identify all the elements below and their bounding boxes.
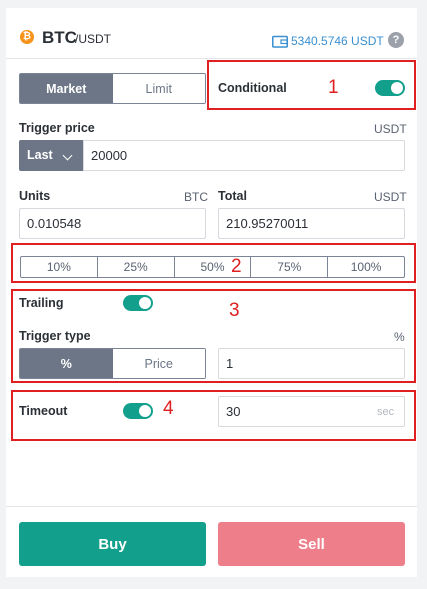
bitcoin-icon: ₿ [20, 30, 34, 44]
annotation-box-4 [11, 390, 416, 441]
trigger-price-unit: USDT [374, 122, 407, 136]
annotation-number-2: 2 [231, 256, 242, 277]
chevron-down-icon [62, 150, 73, 161]
trigger-price-label: Trigger price [19, 121, 95, 135]
quote-currency: /USDT [75, 32, 111, 46]
trigger-price-mode-select[interactable]: Last [19, 140, 83, 171]
annotation-box-3 [11, 289, 416, 383]
wallet-icon [272, 35, 288, 48]
annotation-number-1: 1 [328, 77, 339, 98]
market-tab[interactable]: Market [20, 74, 113, 103]
units-unit: BTC [184, 190, 208, 204]
total-label: Total [218, 189, 247, 203]
help-icon[interactable]: ? [388, 32, 404, 48]
wallet-balance[interactable]: 5340.5746 USDT [291, 34, 384, 48]
annotation-box-1 [207, 60, 416, 110]
header-divider [6, 58, 417, 59]
base-currency: BTC [42, 28, 77, 47]
actions-divider [6, 506, 417, 507]
annotation-number-4: 4 [163, 398, 174, 419]
units-label: Units [19, 189, 51, 203]
total-unit: USDT [374, 190, 407, 204]
total-input[interactable]: 210.95270011 [218, 208, 405, 239]
units-input[interactable]: 0.010548 [19, 208, 206, 239]
annotation-number-3: 3 [229, 300, 240, 321]
trigger-price-input[interactable]: 20000 [83, 140, 405, 171]
limit-tab[interactable]: Limit [112, 74, 205, 103]
trigger-price-mode: Last [27, 148, 53, 162]
buy-button[interactable]: Buy [19, 522, 206, 566]
order-type-toggle: Market Limit [19, 73, 206, 104]
annotation-box-2 [11, 243, 416, 283]
sell-button[interactable]: Sell [218, 522, 405, 566]
